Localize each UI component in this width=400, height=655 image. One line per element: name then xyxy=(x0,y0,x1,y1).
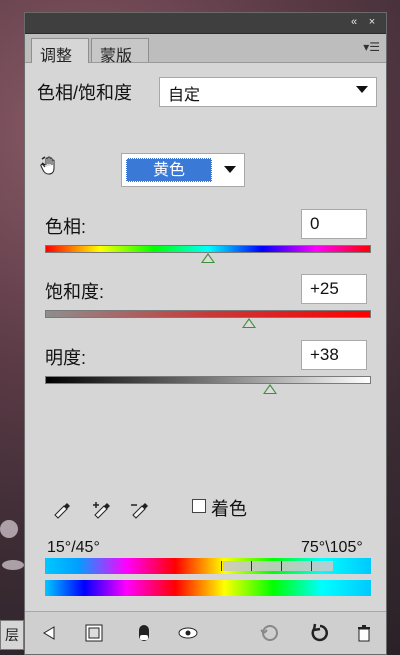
side-tab-label[interactable]: 层 xyxy=(0,620,24,650)
hue-slider-thumb[interactable] xyxy=(201,253,215,263)
tab-masks-label: 蒙版 xyxy=(100,48,133,65)
adjustments-panel: « × 调整 蒙版 ▾☰ 色相/饱和度 自定 黄色 色相: 0 饱和度: +25… xyxy=(24,12,387,655)
range-handle-left-inner[interactable] xyxy=(251,561,252,571)
saturation-slider-track[interactable] xyxy=(45,310,371,318)
colorize-label: 着色 xyxy=(211,499,247,519)
tab-bar: 调整 蒙版 ▾☰ xyxy=(25,34,386,65)
channel-value: 黄色 xyxy=(126,158,212,182)
tab-masks[interactable]: 蒙版 xyxy=(91,38,149,65)
hue-input[interactable]: 0 xyxy=(301,209,367,239)
preset-value: 自定 xyxy=(168,87,201,104)
reset-icon[interactable] xyxy=(307,620,333,646)
input-hue-bar[interactable] xyxy=(45,558,371,574)
delete-icon[interactable] xyxy=(351,620,377,646)
saturation-slider-thumb[interactable] xyxy=(241,318,256,328)
clip-icon[interactable] xyxy=(81,620,107,646)
back-icon[interactable] xyxy=(35,620,61,646)
panel-bottom-toolbar xyxy=(25,611,386,654)
saturation-input[interactable]: +25 xyxy=(301,274,367,304)
lightness-label: 明度: xyxy=(45,348,87,368)
chevron-down-icon xyxy=(356,86,368,93)
close-icon[interactable]: × xyxy=(366,16,378,28)
collapse-icon[interactable]: « xyxy=(348,16,360,28)
visibility-icon[interactable] xyxy=(175,620,201,646)
previous-state-icon[interactable] xyxy=(257,620,283,646)
background-speck xyxy=(0,520,18,538)
range-selection[interactable] xyxy=(223,561,333,571)
range-handle-right-inner[interactable] xyxy=(281,561,282,571)
eyedropper-icon[interactable] xyxy=(47,495,75,523)
range-right-label: 75°\105° xyxy=(301,539,363,556)
lightness-slider-track[interactable] xyxy=(45,376,371,384)
colorize-checkbox[interactable] xyxy=(192,499,206,513)
eyedropper-add-icon xyxy=(93,502,110,519)
eyedropper-subtract-icon xyxy=(131,503,148,519)
preset-dropdown[interactable]: 自定 xyxy=(159,77,377,107)
hue-slider-track[interactable] xyxy=(45,245,371,253)
background-speck xyxy=(2,560,24,570)
hue-label: 色相: xyxy=(45,217,87,237)
tab-adjustments-label: 调整 xyxy=(40,48,73,65)
adjustment-type-label: 色相/饱和度 xyxy=(37,83,133,103)
panel-menu-icon[interactable]: ▾☰ xyxy=(363,40,380,54)
tab-adjustments[interactable]: 调整 xyxy=(31,38,89,65)
lightness-slider-thumb[interactable] xyxy=(262,384,277,394)
target-adjust-hand-icon[interactable] xyxy=(37,151,65,179)
color-range-bars[interactable] xyxy=(45,558,371,598)
channel-dropdown[interactable]: 黄色 xyxy=(121,153,245,187)
range-handle-left[interactable] xyxy=(221,561,222,571)
mask-icon[interactable] xyxy=(131,620,157,646)
range-left-label: 15°/45° xyxy=(47,539,100,556)
lightness-input[interactable]: +38 xyxy=(301,340,367,370)
eyedropper-add-icon[interactable] xyxy=(87,495,115,523)
chevron-down-icon xyxy=(224,166,236,173)
eyedropper-subtract-icon[interactable] xyxy=(125,495,153,523)
panel-titlebar: « × xyxy=(25,13,386,34)
hand-icon xyxy=(40,156,55,175)
eyedropper-icon xyxy=(54,503,70,519)
output-hue-bar xyxy=(45,580,371,596)
saturation-label: 饱和度: xyxy=(45,282,105,302)
range-handle-right[interactable] xyxy=(311,561,312,571)
